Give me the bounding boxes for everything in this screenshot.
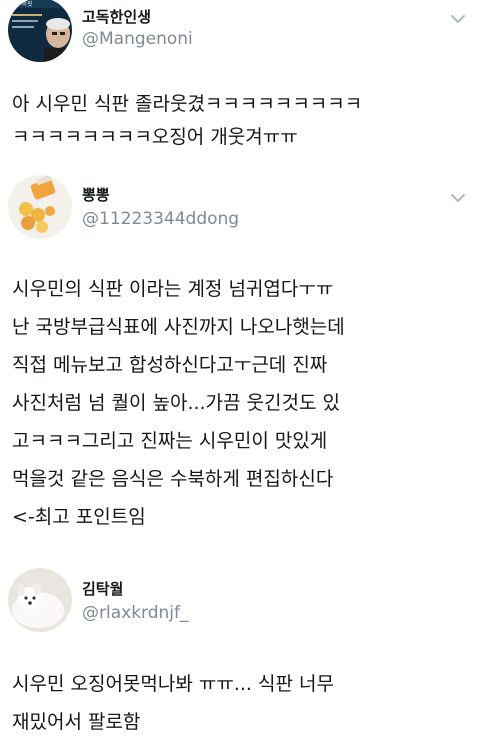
user-handle[interactable]: @Mangenoni [82,29,193,49]
user-handle[interactable]: @rlaxkrdnjf_ [82,603,189,623]
user-name[interactable]: 김탁월 [82,578,123,599]
avatar-dog[interactable] [8,568,72,632]
user-name[interactable]: 고독한인생 [82,6,151,27]
user-handle[interactable]: @11223344ddong [82,209,239,229]
chevron-down-icon[interactable] [446,186,470,210]
avatar-warren-buffett-book[interactable]: 전 버핏 [8,0,72,62]
svg-text:전 버핏: 전 버핏 [14,0,33,8]
tweet-text: 시우민의 식판 이라는 계정 넘귀엽다ㅜㅠ 난 국방부급식표에 사진까지 나오나… [12,278,345,528]
dog-avatar-icon [8,568,72,632]
user-name[interactable]: 뽕뽕 [82,184,110,205]
avatar-pills[interactable] [8,175,72,239]
book-cover-avatar-icon: 전 버핏 [8,0,72,62]
tweet-text: 시우민 오징어못먹나봐 ㅠㅠ... 식판 너무 재밌어서 팔로함 [12,673,334,733]
tweet-text: 아 시우민 식판 졸라웃겼ㅋㅋㅋㅋㅋㅋㅋㅋㅋ ㅋㅋㅋㅋㅋㅋㅋㅋ오징어 개웃겨ㅠㅠ [12,93,363,148]
chevron-down-icon[interactable] [446,7,470,31]
pills-avatar-icon [8,175,72,239]
